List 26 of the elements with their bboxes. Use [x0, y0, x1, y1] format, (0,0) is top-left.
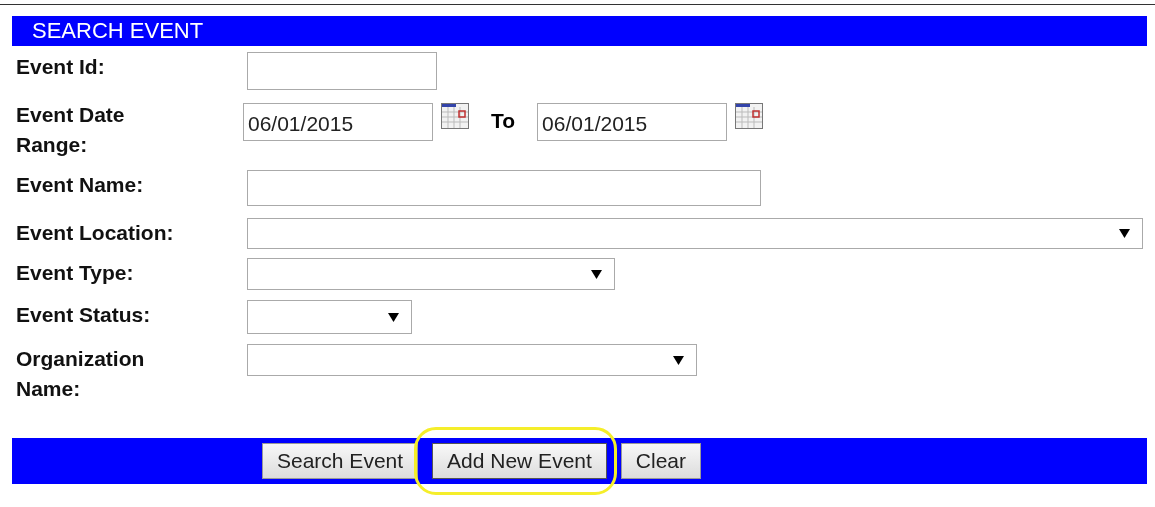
- action-button[interactable]: Clear: [620, 443, 701, 479]
- input-field[interactable]: [247, 170, 761, 206]
- dropdown[interactable]: [247, 218, 1143, 249]
- date-field[interactable]: 06/01/2015: [537, 103, 728, 141]
- dropdown[interactable]: [247, 344, 697, 376]
- field-label: Organization Name:: [16, 346, 146, 402]
- action-button[interactable]: Search Event: [262, 443, 419, 479]
- section-header: SEARCH EVENT: [12, 16, 1147, 46]
- dropdown[interactable]: [247, 300, 412, 334]
- field-label: Event Date Range:: [16, 102, 126, 158]
- caret-icon: [673, 355, 684, 365]
- field-label: Event Type:: [16, 260, 135, 286]
- field-label: Event Status:: [16, 302, 152, 328]
- field-label: Event Name:: [16, 172, 145, 198]
- dropdown[interactable]: [247, 258, 615, 290]
- date-field[interactable]: 06/01/2015: [243, 103, 433, 141]
- input-field[interactable]: [247, 52, 437, 90]
- caret-icon: [591, 269, 602, 279]
- action-button[interactable]: Add New Event: [432, 443, 607, 479]
- field-label: Event Location:: [16, 220, 175, 246]
- range-label: To: [491, 109, 516, 133]
- caret-icon: [1119, 229, 1130, 238]
- field-label: Event Id:: [16, 54, 106, 80]
- calendar-icon[interactable]: [441, 103, 469, 129]
- calendar-icon[interactable]: [735, 103, 764, 129]
- caret-icon: [388, 312, 399, 322]
